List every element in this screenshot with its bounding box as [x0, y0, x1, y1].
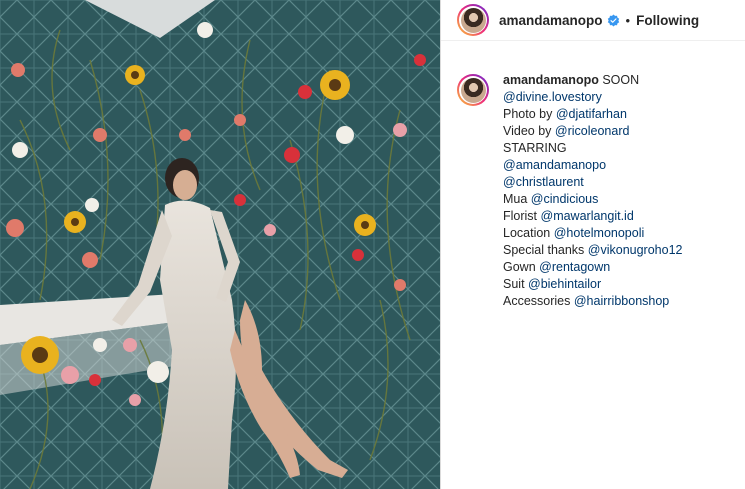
caption-line: Video by @ricoleonard [503, 124, 630, 138]
caption-line: @amandamanopo [503, 157, 682, 174]
separator-dot: • [625, 12, 631, 28]
post-caption: amandamanopo SOON @divine.lovestory Phot… [457, 72, 737, 310]
mention-link[interactable]: @mawarlangit.id [541, 209, 634, 223]
mention-link[interactable]: @biehintailor [528, 277, 601, 291]
caption-username[interactable]: amandamanopo [503, 73, 599, 87]
caption-line: Gown @rentagown [503, 260, 611, 274]
caption-line: Accessories @hairribbonshop [503, 294, 670, 308]
mention-link[interactable]: @cindicious [531, 192, 599, 206]
caption-first-text: SOON [602, 73, 640, 87]
caption-line: STARRING [503, 141, 567, 155]
mention-link[interactable]: @vikonugroho12 [588, 243, 683, 257]
caption-line: Photo by @djatifarhan [503, 107, 627, 121]
instagram-post: amandamanopo • Following amandamanopo SO… [0, 0, 745, 489]
caption-line: Special thanks @vikonugroho12 [503, 243, 683, 257]
caption-line: Florist @mawarlangit.id [503, 209, 634, 223]
caption-line: Location @hotelmonopoli [503, 226, 645, 240]
post-sidebar: amandamanopo • Following amandamanopo SO… [441, 0, 745, 489]
post-header: amandamanopo • Following [441, 0, 745, 41]
post-photo[interactable] [0, 0, 440, 489]
caption-line: Suit @biehintailor [503, 277, 602, 291]
caption-line: @divine.lovestory [503, 89, 682, 106]
caption-line: @christlaurent [503, 174, 682, 191]
photo-illustration [0, 0, 440, 489]
mention-link[interactable]: @hotelmonopoli [554, 226, 645, 240]
mention-link[interactable]: @divine.lovestory [503, 90, 602, 104]
caption-line: Mua @cindicious [503, 192, 599, 206]
verified-badge-icon [607, 14, 619, 26]
mention-link[interactable]: @christlaurent [503, 175, 584, 189]
avatar[interactable] [457, 4, 489, 36]
caption-text: amandamanopo SOON @divine.lovestory Phot… [503, 72, 682, 310]
caption-avatar[interactable] [457, 74, 489, 106]
caption-first-line: amandamanopo SOON [503, 72, 682, 89]
mention-link[interactable]: @ricoleonard [555, 124, 630, 138]
mention-link[interactable]: @amandamanopo [503, 158, 606, 172]
following-button[interactable]: Following [636, 13, 699, 28]
mention-link[interactable]: @djatifarhan [556, 107, 627, 121]
mention-link[interactable]: @hairribbonshop [574, 294, 669, 308]
header-username[interactable]: amandamanopo [499, 13, 603, 28]
mention-link[interactable]: @rentagown [539, 260, 610, 274]
